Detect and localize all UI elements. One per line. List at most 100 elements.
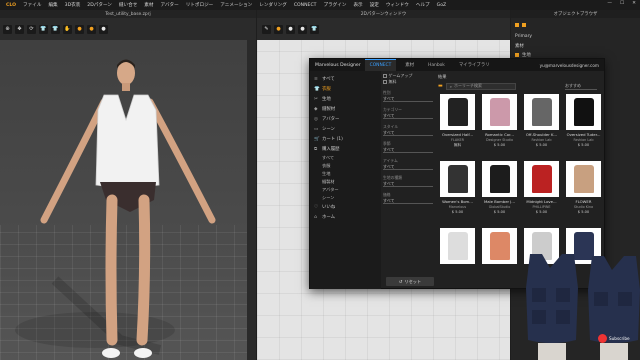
sidebar-item-like[interactable]: ♡ いいね (310, 202, 381, 212)
product-card[interactable]: Midnight Love... PHILLIPINE $ 5.00 (524, 161, 559, 222)
product-thumbnail[interactable] (524, 94, 559, 130)
product-price: $ 5.00 (535, 210, 548, 214)
edit-pattern-icon[interactable]: ✎ (262, 24, 271, 34)
hand-tool-icon[interactable]: ✋ (63, 24, 72, 34)
sidebar-item-garment[interactable]: 👕 衣服 (310, 84, 381, 94)
menu-goz[interactable]: GoZ (437, 3, 447, 8)
pin-icon[interactable]: ● (87, 24, 96, 34)
menu-edit[interactable]: 編集 (48, 2, 57, 8)
purchased-fabric[interactable]: 生地 (310, 170, 381, 178)
menu-render[interactable]: レンダリング (259, 2, 287, 8)
menu-window[interactable]: ウィンドウ (386, 2, 409, 8)
product-thumbnail[interactable] (440, 161, 475, 197)
product-thumbnail[interactable] (440, 94, 475, 130)
sidebar-item-all[interactable]: ≡ すべて (310, 74, 381, 84)
reset-button[interactable]: ↺ リセット (386, 277, 434, 286)
garment-tool-icon[interactable]: 👕 (39, 24, 48, 34)
purchased-avatar[interactable]: アバター (310, 186, 381, 194)
filter-check-free[interactable]: 無料 (383, 79, 433, 85)
move-tool-icon[interactable]: ✥ (15, 24, 24, 34)
menu-2d-pattern[interactable]: 2Dパターン (87, 2, 112, 8)
product-card[interactable] (482, 228, 517, 289)
tab-my-library[interactable]: マイライブラリ (454, 59, 495, 71)
sidebar-item-home[interactable]: ⌂ ホーム (310, 212, 381, 222)
tab-material[interactable]: 素材 (400, 59, 419, 71)
minimize-icon[interactable]: — (607, 1, 612, 6)
menu-avatar[interactable]: アバター (161, 2, 179, 8)
purchased-all[interactable]: すべて (310, 154, 381, 162)
garment-tool-2-icon[interactable]: 👕 (51, 24, 60, 34)
product-name: Off-Shoulder K... (525, 132, 558, 137)
product-card[interactable]: Male Bomber J... GlobalStudio $ 5.00 (482, 161, 517, 222)
product-thumbnail[interactable] (524, 161, 559, 197)
filter-select-item[interactable]: すべて (383, 164, 433, 170)
sidebar-item-cart[interactable]: 🛒 カート (1) (310, 134, 381, 144)
filter-select-gender[interactable]: すべて (383, 96, 433, 102)
product-thumbnail[interactable] (566, 161, 601, 197)
close-icon[interactable]: ✕ (632, 1, 636, 6)
pattern-icon[interactable]: 👕 (310, 24, 319, 34)
search-input[interactable]: ⌕ ホーリーチ検索 (445, 82, 516, 90)
segment-icon[interactable]: ● (286, 24, 295, 34)
youtube-subscribe[interactable]: Subscribe (598, 332, 638, 344)
product-card[interactable]: Off-Shoulder K... Fashion Lab $ 5.00 (524, 94, 559, 155)
purchased-garment[interactable]: 衣服 (310, 162, 381, 170)
scissors-icon: ✂ (314, 96, 318, 102)
maximize-icon[interactable]: ☐ (620, 1, 624, 6)
menu-file[interactable]: ファイル (23, 2, 41, 8)
fold-icon[interactable]: ● (99, 24, 108, 34)
filter-select-price[interactable]: すべて (383, 198, 433, 204)
menu-settings[interactable]: 設定 (370, 2, 379, 8)
search-placeholder: ホーリーチ検索 (453, 83, 482, 88)
tab-connect[interactable]: CONNECT (364, 59, 397, 71)
transform-icon[interactable]: ● (274, 24, 283, 34)
user-account[interactable]: yu@marvelousdesigner.com (540, 63, 599, 68)
product-card[interactable]: Romantic Cor... Designer Studio $ 5.00 (482, 94, 517, 155)
material-row[interactable]: 素材 (511, 41, 640, 50)
select-tool-icon[interactable]: ⊕ (3, 24, 12, 34)
filter-select-fabric-type[interactable]: すべて (383, 181, 433, 187)
sidebar-item-trim[interactable]: ◆ 縫製材 (310, 104, 381, 114)
product-thumbnail[interactable] (482, 94, 517, 130)
product-card[interactable] (440, 228, 475, 289)
rotate-tool-icon[interactable]: ⟳ (27, 24, 36, 34)
product-card[interactable]: Oversized Half... FLAKER 無料 (440, 94, 475, 155)
filter-select-style[interactable]: すべて (383, 130, 433, 136)
filter-select-category[interactable]: すべて (383, 113, 433, 119)
purchased-trim[interactable]: 縫製材 (310, 178, 381, 186)
product-thumbnail[interactable] (482, 161, 517, 197)
menu-animation[interactable]: アニメーション (220, 2, 252, 8)
folder-icon[interactable]: ▬ (438, 83, 443, 89)
purchased-scene[interactable]: シーン (310, 194, 381, 202)
sort-select[interactable]: おすすめ (565, 83, 597, 90)
sidebar-purchased-header[interactable]: ⧉ 購入履歴 (310, 144, 381, 154)
product-card[interactable]: Women's Bom... Marvelous $ 5.00 (440, 161, 475, 222)
simulate-icon[interactable]: ● (75, 24, 84, 34)
product-card[interactable]: FLOWER Studio Kina $ 5.00 (566, 161, 601, 222)
menu-retopology[interactable]: リトポロジー (186, 2, 214, 8)
filter-select-season[interactable]: すべて (383, 147, 433, 153)
add-icon[interactable] (522, 23, 526, 27)
menu-material[interactable]: 素材 (144, 2, 153, 8)
sidebar-item-avatar[interactable]: ◎ アバター (310, 114, 381, 124)
product-name: FLOWER (575, 199, 592, 204)
sidebar-item-fabric[interactable]: ✂ 生地 (310, 94, 381, 104)
menu-sewing[interactable]: 縫い合せ (119, 2, 137, 8)
menu-plugin[interactable]: プラグイン (323, 2, 346, 8)
tab-hanbok[interactable]: Hanbok (423, 59, 450, 71)
product-thumbnail[interactable] (566, 94, 601, 130)
menu-help[interactable]: ヘルプ (416, 2, 430, 8)
3d-viewport[interactable] (0, 40, 256, 360)
menu-3d-garment[interactable]: 3D衣装 (65, 2, 81, 8)
sidebar-item-scene[interactable]: ▭ シーン (310, 124, 381, 134)
colorway-icon[interactable] (515, 23, 519, 27)
sewing-icon[interactable]: ● (298, 24, 307, 34)
menu-connect[interactable]: CONNECT (294, 3, 317, 8)
product-card[interactable]: Oversized Tuder... Fashion Lab $ 5.00 (566, 94, 601, 155)
menu-view[interactable]: 表示 (353, 2, 362, 8)
product-brand: GlobalStudio (488, 205, 511, 209)
list-icon: ≡ (314, 76, 318, 82)
product-thumbnail[interactable] (440, 228, 475, 264)
product-thumbnail[interactable] (482, 228, 517, 264)
colorway-row[interactable]: Primary (511, 32, 640, 41)
